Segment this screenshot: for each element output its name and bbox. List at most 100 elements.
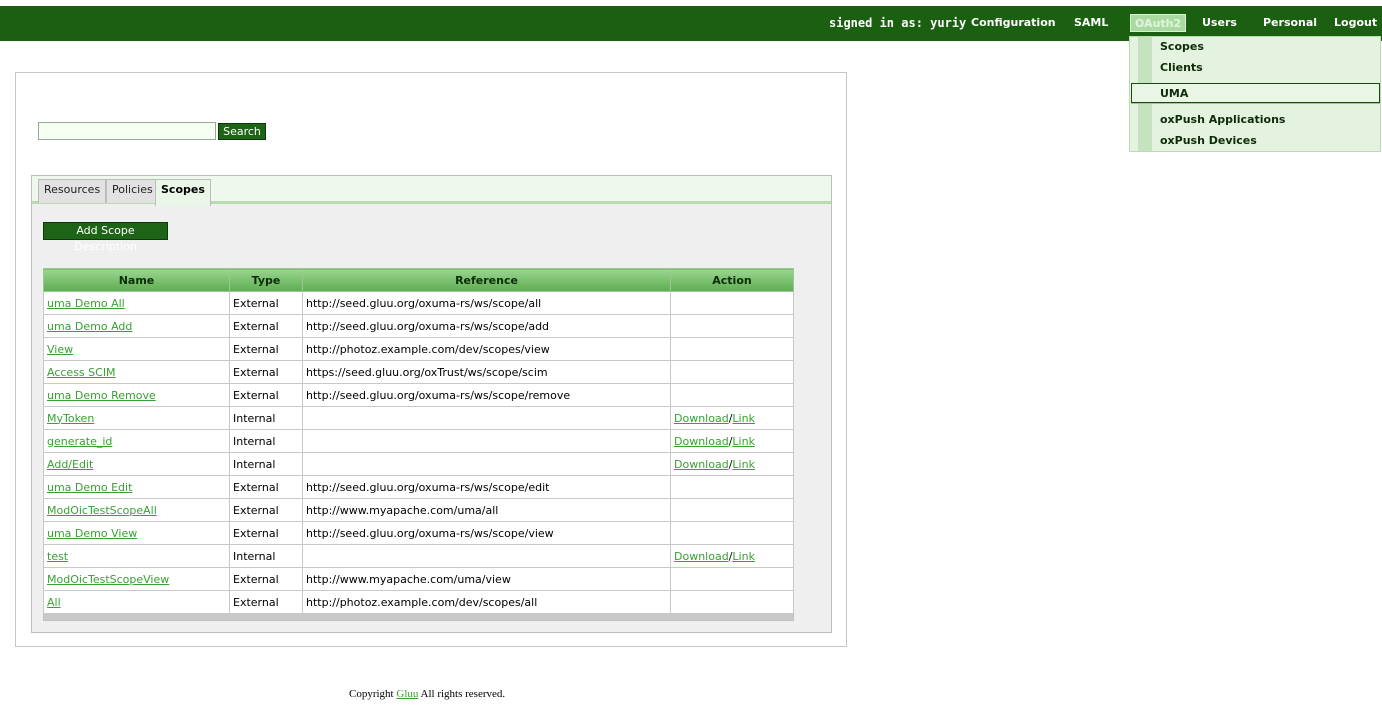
cell-type: External [229,314,303,338]
scopes-table: Name Type Reference Action uma Demo All E… [43,268,794,621]
nav-logout[interactable]: Logout [1334,16,1377,29]
nav-saml[interactable]: SAML [1074,16,1108,29]
tab-scopes[interactable]: Scopes [155,179,211,206]
table-row: generate_id Internal Download/Link [43,429,794,453]
table-header-row: Name Type Reference Action [43,268,794,292]
download-link[interactable]: Download [674,550,729,563]
scope-name-link[interactable]: uma Demo Remove [47,389,156,402]
table-row: ModOicTestScopeAll External http://www.mya… [43,498,794,522]
search-button[interactable]: Search [218,123,266,140]
scope-name-link[interactable]: generate_id [47,435,112,448]
scope-name-link[interactable]: uma Demo All [47,297,125,310]
link-link[interactable]: Link [732,412,755,425]
nav-configuration[interactable]: Configuration [971,16,1056,29]
link-link[interactable]: Link [732,550,755,563]
menu-item-oxpush-devices[interactable]: oxPush Devices [1160,134,1257,147]
tab-policies[interactable]: Policies [106,179,159,203]
link-link[interactable]: Link [732,458,755,471]
cell-action: Download/Link [670,452,794,476]
scope-name-link[interactable]: MyToken [47,412,94,425]
download-link[interactable]: Download [674,458,729,471]
main-panel: Search Resources Policies Scopes Add Sco… [15,72,847,647]
cell-action [670,498,794,522]
table-row: test Internal Download/Link [43,544,794,568]
tab-resources[interactable]: Resources [38,179,107,203]
gluu-link[interactable]: Gluu [396,688,418,700]
cell-name: All [43,590,230,614]
dropdown-separator [1131,103,1380,104]
table-footer [43,613,794,621]
scope-name-link[interactable]: uma Demo Edit [47,481,132,494]
cell-name: ModOicTestScopeAll [43,498,230,522]
scope-name-link[interactable]: uma Demo Add [47,320,132,333]
cell-name: ModOicTestScopeView [43,567,230,591]
menu-item-oxpush-applications[interactable]: oxPush Applications [1160,113,1285,126]
cell-action [670,590,794,614]
cell-action [670,291,794,315]
menu-item-uma[interactable]: UMA [1160,87,1188,100]
scope-name-link[interactable]: All [47,596,61,609]
scope-name-link[interactable]: ModOicTestScopeView [47,573,169,586]
cell-reference [302,406,671,430]
cell-type: External [229,498,303,522]
column-header-reference[interactable]: Reference [302,268,671,292]
table-row: All External http://photoz.example.com/dev… [43,590,794,614]
search-input[interactable] [38,122,216,140]
table-row: uma Demo All External http://seed.gluu.org… [43,291,794,315]
add-scope-description-button[interactable]: Add Scope Description [43,222,168,253]
cell-name: Access SCIM [43,360,230,384]
cell-reference: https://seed.gluu.org/oxTrust/ws/scope/s… [302,360,671,384]
cell-reference: http://seed.gluu.org/oxuma-rs/ws/scope/a… [302,314,671,338]
signed-in-label: signed in as: yuriy [829,16,967,30]
cell-type: Internal [229,452,303,476]
scope-name-link[interactable]: ModOicTestScopeAll [47,504,157,517]
table-row: Add/Edit Internal Download/Link [43,452,794,476]
column-header-type[interactable]: Type [229,268,303,292]
cell-name: generate_id [43,429,230,453]
column-header-name[interactable]: Name [43,268,230,292]
cell-action: Download/Link [670,406,794,430]
cell-type: External [229,475,303,499]
nav-users[interactable]: Users [1202,16,1237,29]
cell-name: MyToken [43,406,230,430]
cell-reference [302,544,671,568]
cell-action: Download/Link [670,544,794,568]
download-link[interactable]: Download [674,435,729,448]
table-row: View External http://photoz.example.com/de… [43,337,794,361]
nav-oauth2[interactable]: OAuth2 [1130,14,1187,32]
cell-reference: http://seed.gluu.org/oxuma-rs/ws/scope/r… [302,383,671,407]
cell-action [670,314,794,338]
scope-name-link[interactable]: test [47,550,68,563]
menu-item-scopes[interactable]: Scopes [1160,40,1204,53]
menu-item-clients[interactable]: Clients [1160,61,1203,74]
cell-action: Download/Link [670,429,794,453]
link-link[interactable]: Link [732,435,755,448]
table-row: uma Demo Add External http://seed.gluu.org… [43,314,794,338]
cell-action [670,521,794,545]
download-link[interactable]: Download [674,412,729,425]
cell-name: Add/Edit [43,452,230,476]
cell-name: uma Demo Remove [43,383,230,407]
cell-name: test [43,544,230,568]
cell-reference [302,452,671,476]
footer-suffix: All rights reserved. [418,688,506,700]
cell-name: uma Demo All [43,291,230,315]
tab-strip: Resources Policies Scopes [32,176,831,206]
table-row: uma Demo View External http://seed.gluu.or… [43,521,794,545]
cell-reference: http://www.myapache.com/uma/all [302,498,671,522]
oauth2-dropdown-menu: Scopes Clients UMA oxPush Applications o… [1129,36,1381,152]
scope-name-link[interactable]: View [47,343,73,356]
nav-personal[interactable]: Personal [1263,16,1317,29]
cell-reference: http://photoz.example.com/dev/scopes/vie… [302,337,671,361]
scope-name-link[interactable]: Add/Edit [47,458,93,471]
table-row: MyToken Internal Download/Link [43,406,794,430]
cell-action [670,383,794,407]
column-header-action: Action [670,268,794,292]
cell-type: Internal [229,544,303,568]
cell-action [670,337,794,361]
cell-type: External [229,590,303,614]
table-row: uma Demo Edit External http://seed.gluu.or… [43,475,794,499]
scope-name-link[interactable]: Access SCIM [47,366,116,379]
scope-name-link[interactable]: uma Demo View [47,527,137,540]
cell-reference: http://seed.gluu.org/oxuma-rs/ws/scope/v… [302,521,671,545]
